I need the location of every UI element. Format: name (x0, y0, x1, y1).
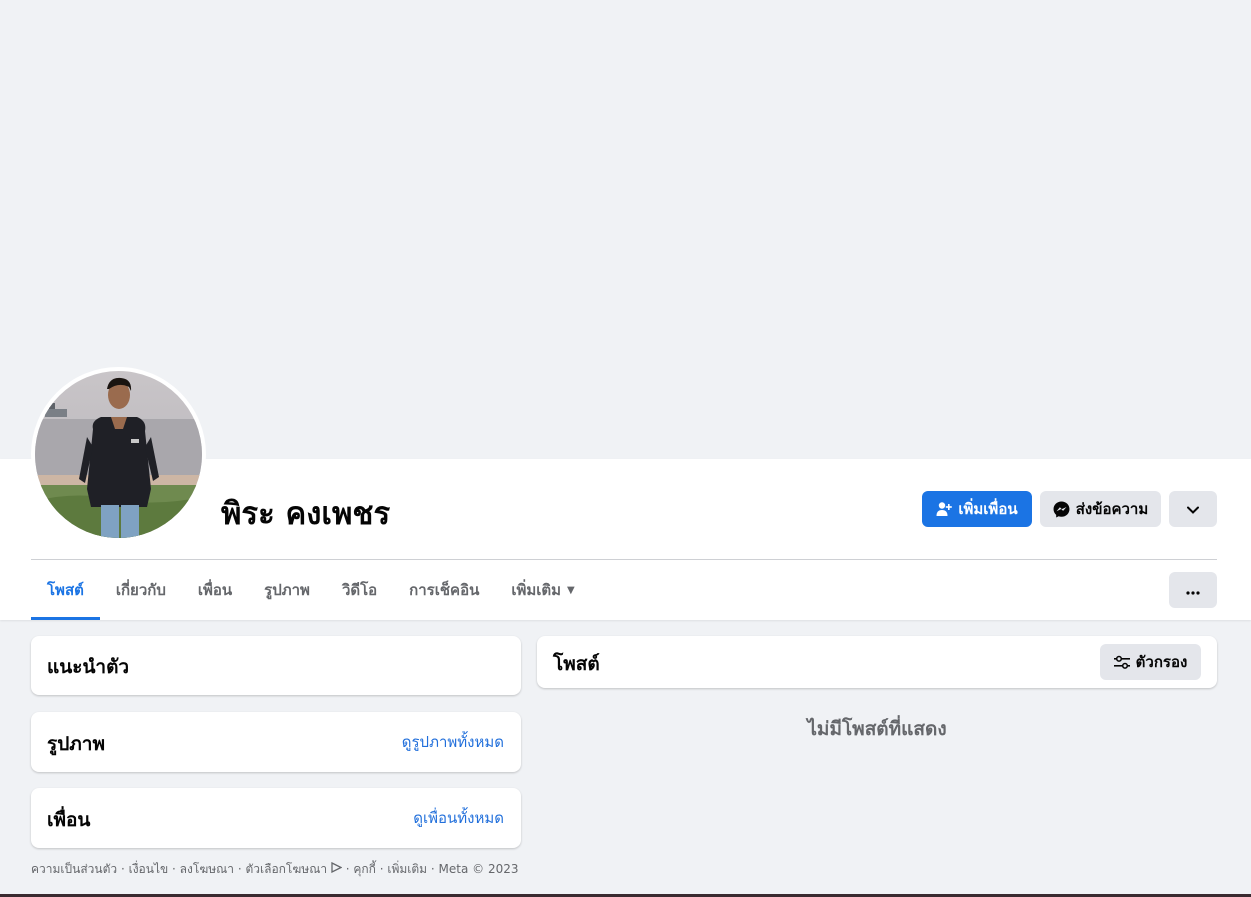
tab-label: โพสต์ (47, 581, 84, 599)
profile-tabs: โพสต์ เกี่ยวกับ เพื่อน รูปภาพ วิดีโอ การ… (31, 560, 591, 620)
see-all-photos-link[interactable]: ดูรูปภาพทั้งหมด (402, 730, 504, 754)
intro-card: แนะนำตัว (31, 636, 521, 695)
cover-photo[interactable] (0, 0, 1249, 459)
posts-header-card: โพสต์ ตัวกรอง (537, 636, 1217, 688)
tab-videos[interactable]: วิดีโอ (326, 560, 393, 620)
send-message-label: ส่งข้อความ (1075, 500, 1149, 518)
tab-posts[interactable]: โพสต์ (31, 560, 100, 620)
photos-title: รูปภาพ (47, 733, 105, 755)
profile-options-dropdown-button[interactable] (1169, 491, 1217, 527)
tab-label: วิดีโอ (341, 581, 378, 599)
friends-card: เพื่อน ดูเพื่อนทั้งหมด (31, 788, 521, 848)
avatar (35, 371, 202, 538)
profile-picture[interactable] (31, 367, 206, 542)
sliders-icon (1113, 655, 1130, 669)
tab-more[interactable]: เพิ่มเติม ▼ (495, 560, 590, 620)
footer-copyright: Meta © 2023 (438, 862, 519, 876)
profile-name: พิระ คงเพชร (221, 496, 391, 532)
tab-photos[interactable]: รูปภาพ (248, 560, 326, 620)
send-message-button[interactable]: ส่งข้อความ (1040, 491, 1161, 527)
footer-link-privacy[interactable]: ความเป็นส่วนตัว (31, 862, 117, 876)
tab-label: เพิ่มเติม (511, 581, 562, 599)
chevron-down-icon (1187, 500, 1199, 518)
posts-title: โพสต์ (553, 653, 600, 675)
footer-link-advertising[interactable]: ลงโฆษณา (180, 862, 234, 876)
ellipsis-icon (1186, 581, 1200, 599)
see-all-friends-link[interactable]: ดูเพื่อนทั้งหมด (413, 806, 504, 830)
footer-link-cookies[interactable]: คุกกี้ (353, 862, 376, 876)
caret-down-icon: ▼ (567, 584, 575, 596)
filter-label: ตัวกรอง (1135, 653, 1188, 671)
add-person-icon (936, 501, 953, 517)
add-friend-button[interactable]: เพิ่มเพื่อน (922, 491, 1032, 527)
tab-label: เพื่อน (197, 581, 233, 599)
footer-link-more[interactable]: เพิ่มเติม (387, 862, 427, 876)
tab-about[interactable]: เกี่ยวกับ (100, 560, 182, 620)
tab-friends[interactable]: เพื่อน (182, 560, 248, 620)
footer-link-terms[interactable]: เงื่อนไข (129, 862, 169, 876)
no-posts-message: ไม่มีโพสต์ที่แสดง (807, 718, 947, 740)
filter-button[interactable]: ตัวกรอง (1100, 644, 1201, 680)
add-friend-label: เพิ่มเพื่อน (958, 500, 1018, 518)
friends-title: เพื่อน (47, 809, 91, 831)
footer: ความเป็นส่วนตัว · เงื่อนไข · ลงโฆษณา · ต… (31, 861, 519, 876)
more-options-button[interactable] (1169, 572, 1217, 608)
photos-card: รูปภาพ ดูรูปภาพทั้งหมด (31, 712, 521, 772)
ad-choices-icon (331, 861, 343, 876)
tab-label: รูปภาพ (264, 581, 310, 599)
tab-check-ins[interactable]: การเช็คอิน (393, 560, 495, 620)
footer-link-ad-choices[interactable]: ตัวเลือกโฆษณา (245, 862, 327, 876)
messenger-icon (1053, 501, 1070, 518)
tab-label: การเช็คอิน (409, 581, 480, 599)
tab-label: เกี่ยวกับ (115, 581, 166, 599)
intro-title: แนะนำตัว (47, 656, 130, 678)
